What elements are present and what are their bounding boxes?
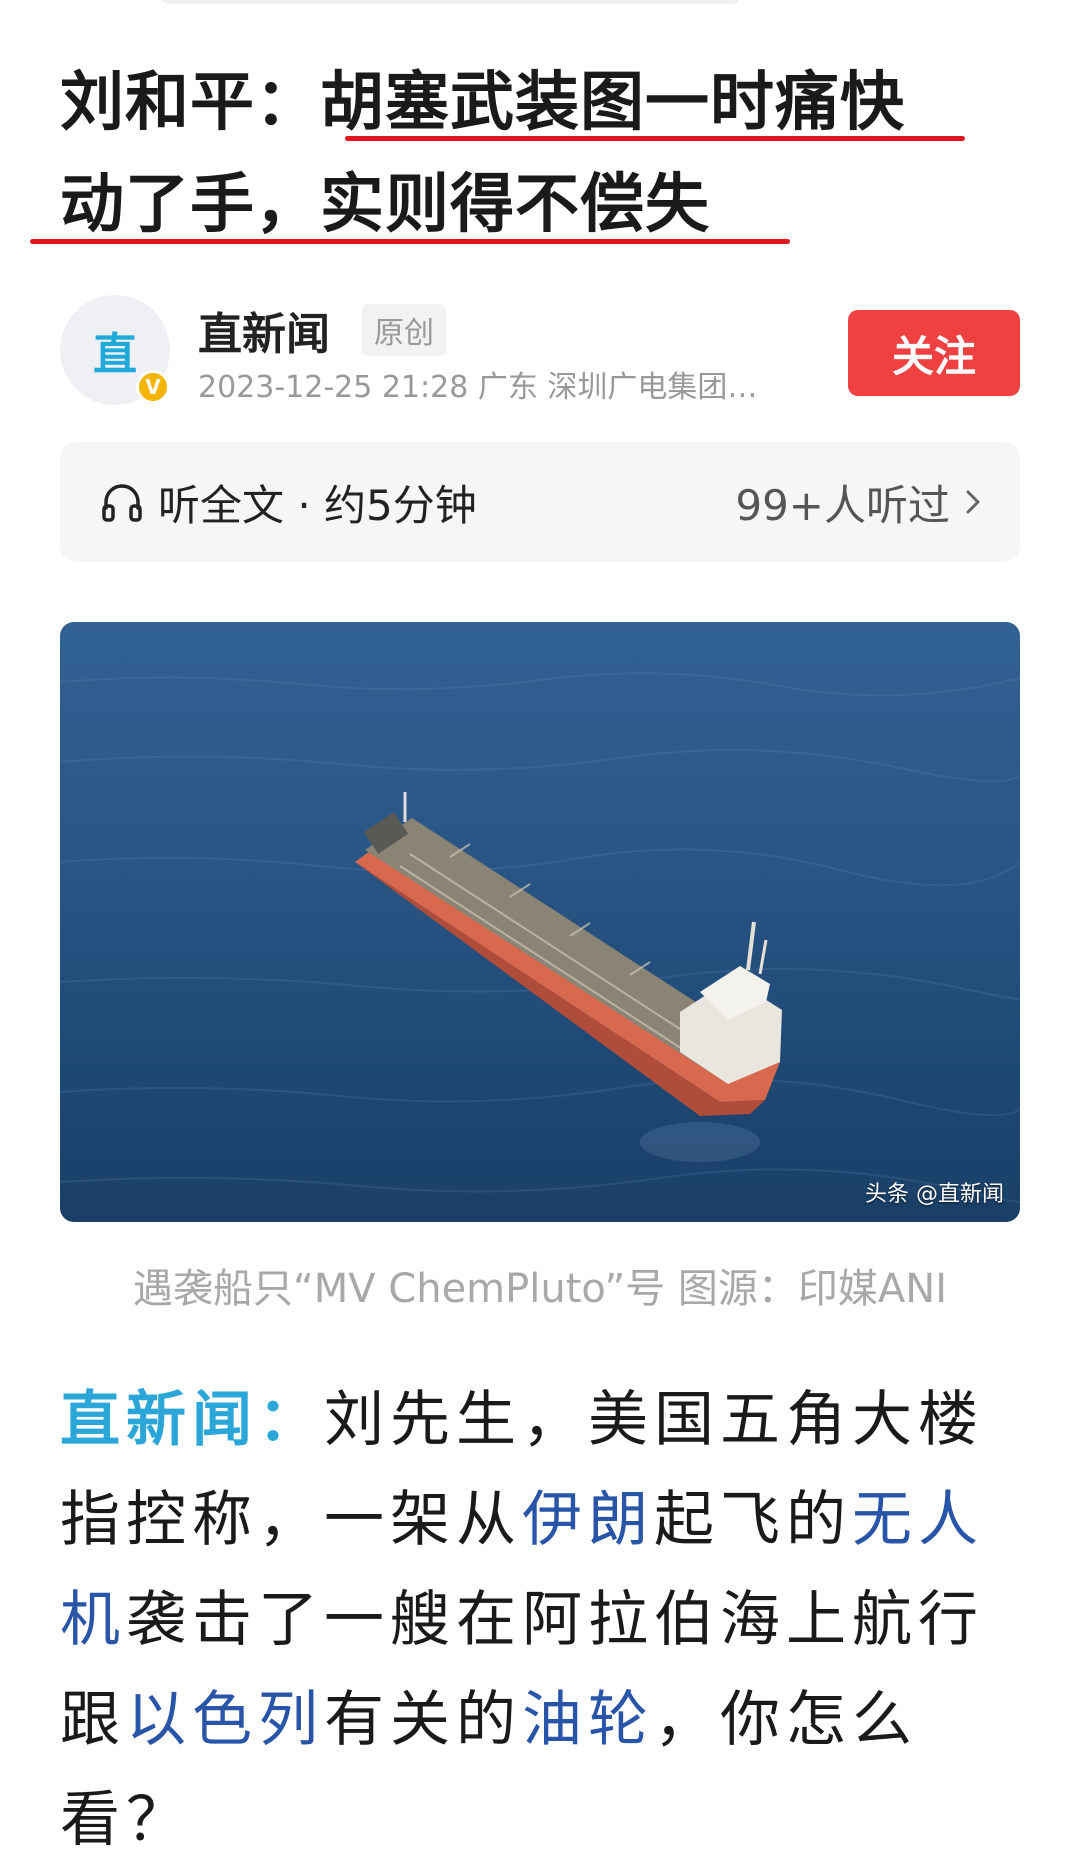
title-highlight-underline (345, 136, 965, 141)
body-text-segment: 袭击了一艘在阿拉伯海上航行 (126, 1585, 984, 1655)
body-text-segment: ，你怎么 (654, 1685, 918, 1755)
body-line: 看？ (60, 1770, 1020, 1870)
body-text-segment: 跟 (60, 1685, 126, 1755)
avatar-logo: 直 (93, 329, 137, 380)
body-text-segment: 有关的 (324, 1685, 522, 1755)
image-caption: 遇袭船只“MV ChemPluto”号 图源：印媒ANI (132, 1266, 947, 1312)
body-line: 直新闻：刘先生，美国五角大楼 (60, 1370, 1020, 1470)
keyword-link[interactable]: 伊朗 (522, 1485, 654, 1555)
author-bar: 直 V 直新闻 原创 2023-12-25 21:28 广东 深圳广电集团… 关… (60, 290, 1020, 410)
body-line: 指控称，一架从伊朗起飞的无人 (60, 1470, 1020, 1570)
article-title: 刘和平：胡塞武装图一时痛快 动了手，实则得不偿失 (60, 52, 1020, 256)
article-body: 直新闻：刘先生，美国五角大楼 指控称，一架从伊朗起飞的无人 机袭击了一艘在阿拉伯… (60, 1370, 1020, 1870)
body-text-segment: 起飞的 (654, 1485, 852, 1555)
image-watermark: 头条 @直新闻 (865, 1182, 1004, 1207)
keyword-link[interactable]: 无人 (852, 1485, 984, 1555)
chevron-right-icon (966, 490, 980, 514)
body-line: 跟以色列有关的油轮，你怎么 (60, 1670, 1020, 1770)
listen-full-article-bar[interactable]: 听全文 · 约5分钟 99+人听过 (60, 442, 1020, 562)
body-text-segment: 看？ (60, 1785, 192, 1855)
keyword-link[interactable]: 机 (60, 1585, 126, 1655)
verified-badge-icon: V (136, 370, 170, 404)
source-lead: 直新闻： (60, 1385, 324, 1455)
article-photo[interactable]: 头条 @直新闻 (60, 622, 1020, 1222)
follow-button[interactable]: 关注 (848, 310, 1020, 396)
body-line: 机袭击了一艘在阿拉伯海上航行 (60, 1570, 1020, 1670)
tanker-ship-illustration (60, 622, 1020, 1222)
top-card-edge (160, 0, 740, 4)
body-text-segment: 刘先生，美国五角大楼 (324, 1385, 984, 1455)
keyword-link[interactable]: 油轮 (522, 1685, 654, 1755)
body-text-segment: 指控称，一架从 (60, 1485, 522, 1555)
title-highlight-underline (30, 239, 790, 244)
listen-count: 99+人听过 (735, 480, 950, 530)
keyword-link[interactable]: 以色列 (126, 1685, 324, 1755)
original-tag: 原创 (362, 304, 446, 356)
publish-meta: 2023-12-25 21:28 广东 深圳广电集团… (198, 370, 758, 405)
headphone-icon (102, 484, 142, 522)
author-name[interactable]: 直新闻 (198, 298, 330, 362)
listen-label: 听全文 · 约5分钟 (158, 480, 477, 530)
